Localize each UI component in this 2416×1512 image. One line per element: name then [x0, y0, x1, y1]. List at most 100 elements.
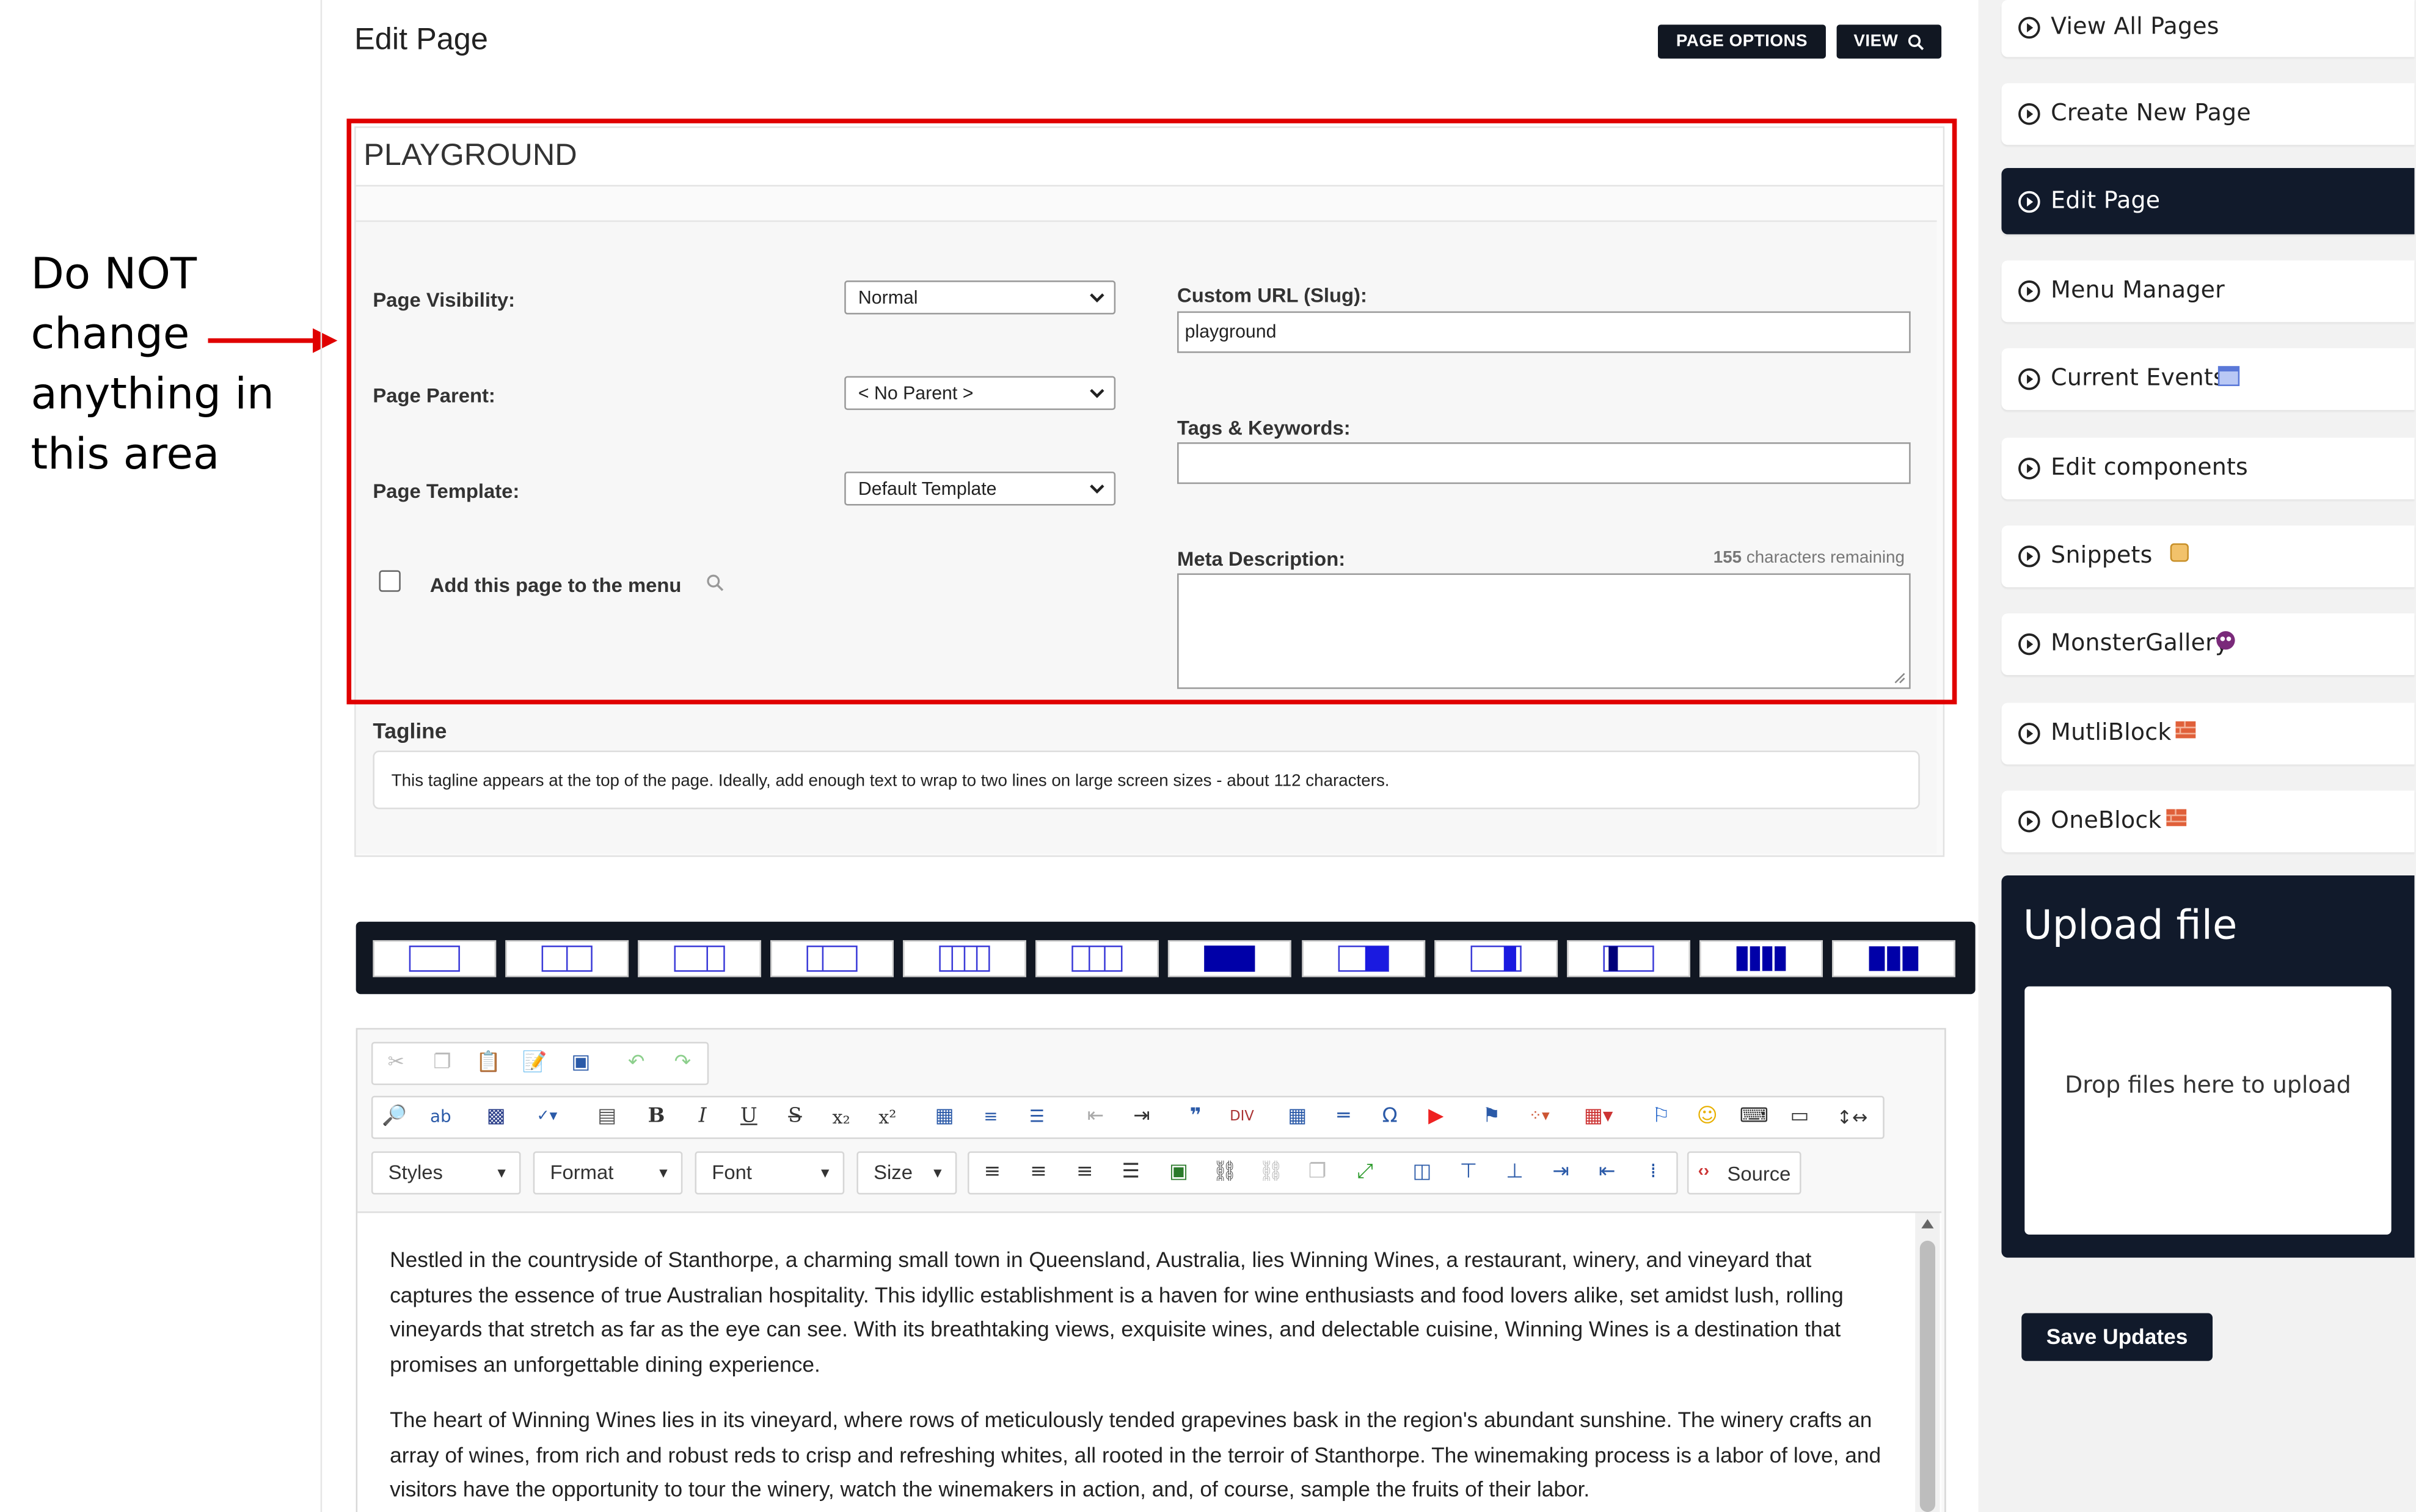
- sidebar-item-menu-manager[interactable]: Menu Manager: [2001, 260, 2415, 323]
- insert-col-after-icon[interactable]: ⇥: [1547, 1161, 1574, 1183]
- redo-icon[interactable]: ↷: [669, 1052, 696, 1074]
- column-layout-icon[interactable]: ◫: [1408, 1161, 1436, 1183]
- size-dropdown[interactable]: Size ▼: [856, 1151, 957, 1195]
- sidebar-item-oneblock[interactable]: OneBlock: [2001, 791, 2415, 853]
- horizontal-line-icon[interactable]: ═: [1330, 1106, 1357, 1128]
- link-icon[interactable]: ⛓: [1211, 1161, 1239, 1183]
- template-select[interactable]: Default Template: [844, 472, 1116, 506]
- remove-format-icon[interactable]: ▦: [930, 1106, 958, 1128]
- insert-col-before-icon[interactable]: ⇤: [1593, 1161, 1621, 1183]
- tagline-input[interactable]: This tagline appears at the top of the p…: [373, 750, 1920, 809]
- undo-icon[interactable]: ↶: [622, 1052, 650, 1074]
- layout-2col-button[interactable]: [505, 940, 629, 977]
- sidebar-item-edit-components[interactable]: Edit components: [2001, 437, 2415, 500]
- sidebar-item-label: Edit Page: [2051, 186, 2161, 214]
- chars-remaining-count: 155: [1713, 549, 1742, 568]
- spellcheck-icon[interactable]: ✓▾: [533, 1106, 561, 1128]
- bulleted-list-icon[interactable]: ☰: [1023, 1106, 1051, 1128]
- emoji-icon[interactable]: ☺: [1693, 1106, 1721, 1128]
- layout-narrow-wide-button[interactable]: [770, 940, 894, 977]
- font-label: Font: [712, 1160, 752, 1184]
- scroll-up-icon[interactable]: [1920, 1218, 1935, 1230]
- meta-description-textarea[interactable]: [1177, 573, 1911, 689]
- copy-icon[interactable]: ❐: [428, 1052, 456, 1074]
- delete-cells-icon[interactable]: ⁞: [1640, 1161, 1667, 1183]
- unlink-icon[interactable]: ⛓: [1257, 1161, 1285, 1183]
- flag-box-icon[interactable]: ⚐: [1647, 1106, 1674, 1128]
- insert-row-before-icon[interactable]: ⊤: [1454, 1161, 1482, 1183]
- anchor-flag-icon[interactable]: ⚑: [1478, 1106, 1505, 1128]
- input-field-icon[interactable]: ▭: [1786, 1106, 1813, 1128]
- special-char-icon[interactable]: Ω: [1376, 1106, 1403, 1128]
- layout-wide-narrow-button[interactable]: [638, 940, 762, 977]
- view-button[interactable]: VIEW: [1836, 24, 1942, 59]
- monster-icon: [2214, 629, 2238, 656]
- iframe-icon[interactable]: ⌨: [1740, 1106, 1768, 1128]
- select-all-icon[interactable]: ▩: [482, 1106, 509, 1128]
- table-grid-icon[interactable]: ▦▾: [1584, 1106, 1613, 1128]
- sidebar-item-snippets[interactable]: Snippets: [2001, 525, 2415, 588]
- outdent-icon[interactable]: ⇤: [1082, 1106, 1109, 1128]
- indent-icon[interactable]: ⇥: [1128, 1106, 1155, 1128]
- sidebar-item-monstergallery[interactable]: MonsterGallery: [2001, 613, 2415, 676]
- add-to-menu-checkbox[interactable]: [379, 570, 401, 592]
- scrollbar-thumb[interactable]: [1919, 1240, 1936, 1512]
- styles-dropdown[interactable]: Styles ▼: [371, 1151, 521, 1195]
- font-dropdown[interactable]: Font ▼: [695, 1151, 845, 1195]
- insert-row-after-icon[interactable]: ⊥: [1501, 1161, 1528, 1183]
- sidebar-item-view-all-pages[interactable]: View All Pages: [2001, 0, 2415, 57]
- subscript-icon[interactable]: x₂: [827, 1106, 855, 1128]
- youtube-icon[interactable]: ▶: [1422, 1106, 1450, 1128]
- layout-3col-button[interactable]: [1035, 940, 1159, 977]
- underline-icon[interactable]: U: [735, 1106, 762, 1128]
- align-center-icon[interactable]: ≡: [1024, 1161, 1052, 1183]
- blockquote-icon[interactable]: ❞: [1182, 1106, 1210, 1128]
- line-height-icon[interactable]: ↕↔: [1837, 1106, 1868, 1128]
- show-blocks-icon[interactable]: ▤: [593, 1106, 621, 1128]
- paste-icon[interactable]: 📋: [475, 1052, 502, 1074]
- save-updates-button[interactable]: Save Updates: [2021, 1313, 2213, 1361]
- layout-1col-button[interactable]: [373, 940, 497, 977]
- sidebar-item-create-new-page[interactable]: Create New Page: [2001, 83, 2415, 145]
- format-dropdown[interactable]: Format ▼: [533, 1151, 683, 1195]
- source-button[interactable]: ‹› Source: [1687, 1151, 1801, 1195]
- layout-left-narrow-button[interactable]: [1567, 940, 1690, 977]
- slug-input[interactable]: playground: [1177, 311, 1911, 353]
- table-icon[interactable]: ▦: [1283, 1106, 1311, 1128]
- resize-handle-icon[interactable]: [1894, 672, 1906, 684]
- numbered-list-icon[interactable]: ≡: [977, 1106, 1004, 1128]
- layout-right-narrow-button[interactable]: [1434, 940, 1558, 977]
- sidebar-item-mutliblock[interactable]: MutliBlock: [2001, 703, 2415, 765]
- cut-icon[interactable]: ✂: [382, 1052, 410, 1074]
- color-grid-icon[interactable]: ⁘▾: [1525, 1106, 1553, 1128]
- sidebar-item-current-events[interactable]: Current Events: [2001, 348, 2415, 411]
- layout-3col-filled-button[interactable]: [1832, 940, 1955, 977]
- layout-4col-filled-button[interactable]: [1699, 940, 1823, 977]
- layout-filled-icon: [1204, 945, 1255, 972]
- tags-input[interactable]: [1177, 442, 1911, 484]
- paste-word-icon[interactable]: ▣: [567, 1052, 594, 1074]
- bold-icon[interactable]: B: [643, 1106, 670, 1128]
- align-right-icon[interactable]: ≡: [1071, 1161, 1098, 1183]
- layout-right-block-button[interactable]: [1302, 940, 1426, 977]
- visibility-select[interactable]: Normal: [844, 280, 1116, 315]
- layout-4col-button[interactable]: [903, 940, 1026, 977]
- file-dropzone[interactable]: [2024, 986, 2392, 1235]
- maximize-icon[interactable]: ⤢: [1351, 1161, 1379, 1183]
- justify-icon[interactable]: ☰: [1117, 1161, 1145, 1183]
- layout-full-filled-button[interactable]: [1167, 940, 1291, 977]
- replace-icon[interactable]: ab: [427, 1106, 454, 1128]
- align-left-icon[interactable]: ≡: [979, 1161, 1006, 1183]
- italic-icon[interactable]: I: [688, 1106, 716, 1128]
- superscript-icon[interactable]: x²: [874, 1106, 901, 1128]
- copy-format-icon[interactable]: ❐: [1304, 1161, 1331, 1183]
- find-icon[interactable]: 🔎: [381, 1106, 408, 1128]
- image-icon[interactable]: ▣: [1165, 1161, 1192, 1183]
- page-options-button[interactable]: PAGE OPTIONS: [1657, 24, 1826, 59]
- strikethrough-icon[interactable]: S: [781, 1106, 809, 1128]
- sidebar-item-edit-page[interactable]: Edit Page: [2001, 167, 2415, 235]
- div-container-icon[interactable]: DIV: [1228, 1106, 1255, 1128]
- search-icon[interactable]: [706, 574, 724, 592]
- parent-select[interactable]: < No Parent >: [844, 376, 1116, 411]
- paste-text-icon[interactable]: 📝: [521, 1052, 549, 1074]
